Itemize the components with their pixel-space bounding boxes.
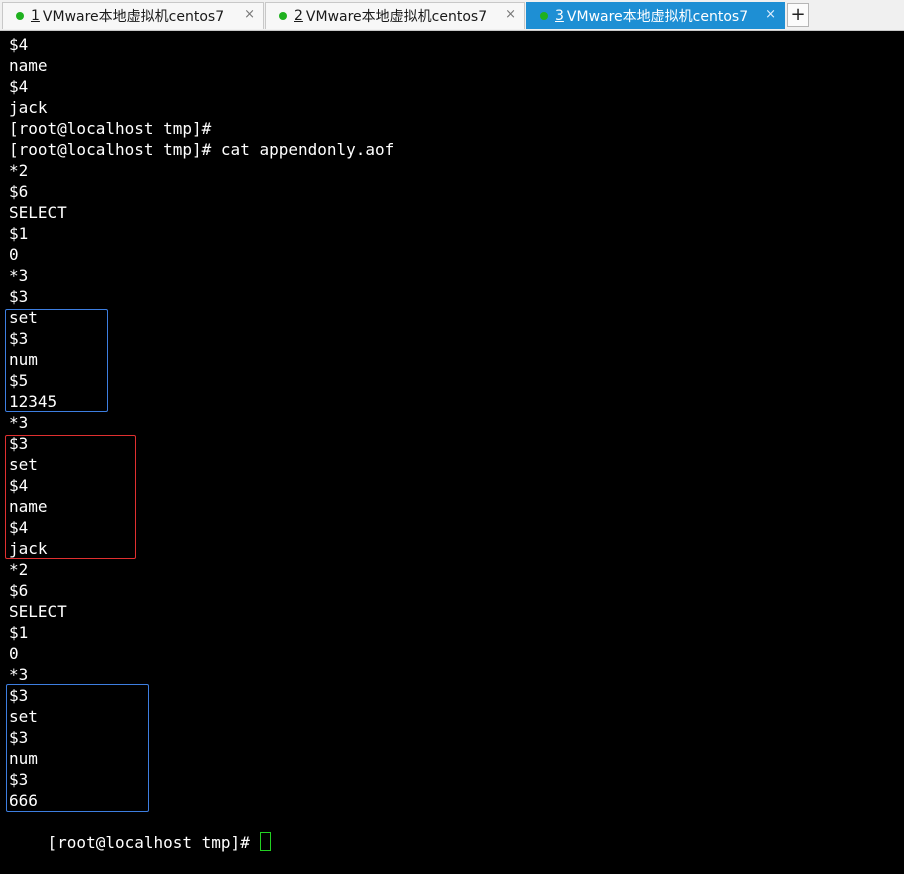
terminal-line: *2 [9, 560, 29, 579]
terminal-line: name [9, 56, 48, 75]
terminal-line: [root@localhost tmp]# cat appendonly.aof [9, 140, 395, 159]
tab-bar: 1 VMware本地虚拟机centos7 × 2 VMware本地虚拟机cent… [0, 0, 904, 31]
tab-title: VMware本地虚拟机centos7 [566, 9, 749, 25]
terminal-line: *2 [9, 161, 29, 180]
terminal-line: [root@localhost tmp]# [9, 119, 212, 138]
terminal-line: $4 [9, 35, 29, 54]
terminal-line: $3 [9, 287, 29, 306]
highlight-box-set-num-12345 [5, 309, 108, 412]
status-dot-icon [16, 12, 24, 20]
close-icon[interactable]: × [765, 7, 776, 22]
status-dot-icon [540, 12, 548, 20]
terminal-line: $6 [9, 581, 29, 600]
tab-session-1[interactable]: 1 VMware本地虚拟机centos7 × [2, 2, 264, 29]
terminal-line: jack [9, 98, 48, 117]
terminal-line: $1 [9, 224, 29, 243]
tab-session-2[interactable]: 2 VMware本地虚拟机centos7 × [265, 2, 525, 29]
terminal-line: $1 [9, 623, 29, 642]
terminal-line: SELECT [9, 602, 67, 621]
terminal-line: 0 [9, 644, 19, 663]
terminal-line: *3 [9, 266, 29, 285]
tab-title: VMware本地虚拟机centos7 [42, 9, 225, 25]
shell-prompt: [root@localhost tmp]# [47, 833, 260, 852]
cursor-icon [260, 832, 272, 851]
terminal-line: $4 [9, 77, 29, 96]
tab-session-3[interactable]: 3 VMware本地虚拟机centos7 × [526, 2, 785, 29]
highlight-box-set-name-jack [5, 435, 136, 559]
terminal-line: *3 [9, 413, 29, 432]
terminal-output[interactable]: $4 name $4 jack [root@localhost tmp]# [root@l… [0, 31, 904, 852]
new-tab-button[interactable]: + [787, 3, 809, 27]
highlight-box-set-num-666 [6, 684, 149, 812]
tab-number: 3 [555, 8, 564, 24]
terminal-line: SELECT [9, 203, 67, 222]
tab-number: 1 [31, 8, 40, 24]
terminal-line: $6 [9, 182, 29, 201]
close-icon[interactable]: × [244, 7, 255, 22]
tab-number: 2 [294, 8, 303, 24]
prompt-line[interactable]: [root@localhost tmp]# [9, 811, 272, 852]
terminal-line: 0 [9, 245, 19, 264]
tab-title: VMware本地虚拟机centos7 [305, 9, 488, 25]
terminal-line: *3 [9, 665, 29, 684]
close-icon[interactable]: × [505, 7, 516, 22]
status-dot-icon [279, 12, 287, 20]
